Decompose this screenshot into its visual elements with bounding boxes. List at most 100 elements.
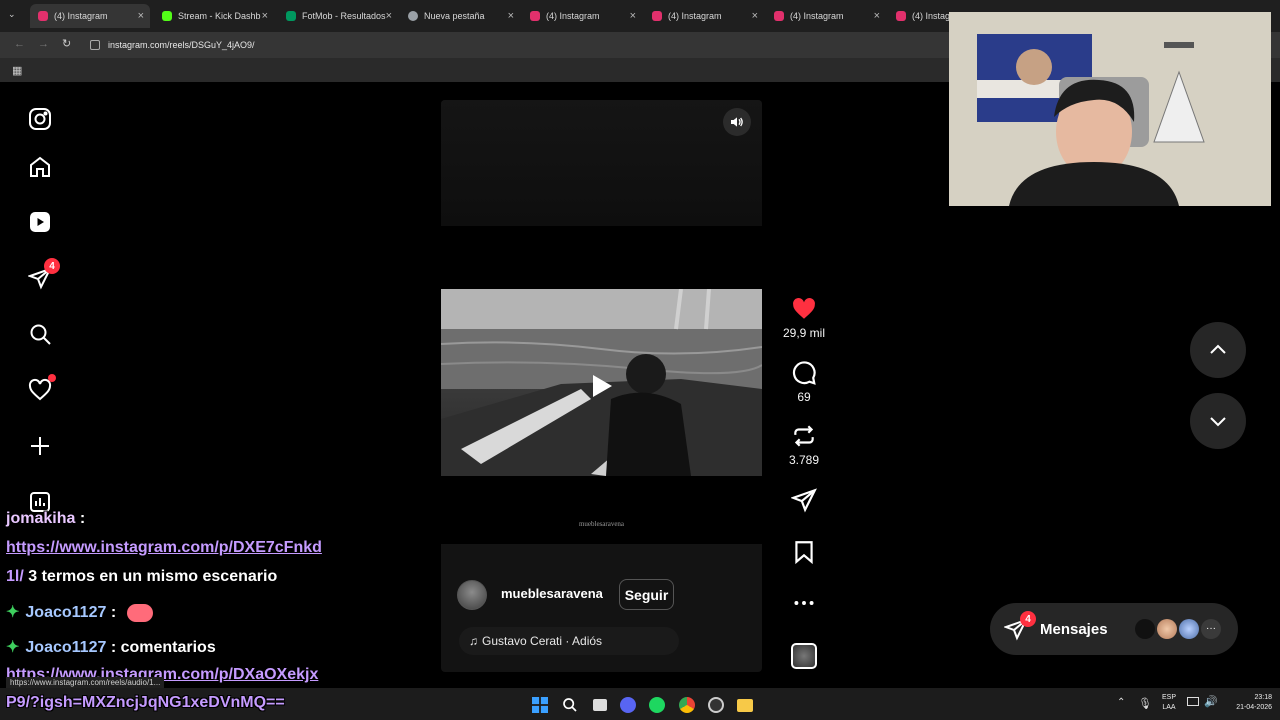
- reels-icon[interactable]: [26, 208, 54, 236]
- tab-title: (4) Instagram: [790, 11, 844, 21]
- tab-5[interactable]: (4) Instagram ×: [522, 4, 642, 28]
- site-info-icon[interactable]: [90, 40, 100, 50]
- speaker-icon: [731, 117, 743, 127]
- gem-icon: ✦: [6, 604, 20, 621]
- close-icon[interactable]: ×: [752, 10, 758, 22]
- create-icon[interactable]: [26, 432, 54, 460]
- chat-separator: :: [110, 604, 117, 621]
- more-icon[interactable]: [791, 590, 817, 616]
- repost-icon[interactable]: [791, 423, 817, 449]
- play-icon[interactable]: [591, 374, 613, 398]
- chat-text: 3 termos en un mismo escenario: [23, 568, 278, 585]
- reel-video-container[interactable]: mueblesaravena mueblesaravena Seguir ♫ G…: [441, 100, 762, 672]
- tab-1[interactable]: (4) Instagram ×: [30, 4, 150, 28]
- display-icon[interactable]: [1187, 697, 1199, 706]
- clock-time: 23:18: [1254, 694, 1272, 701]
- bookmark-icon[interactable]: [791, 539, 817, 565]
- heart-filled-icon[interactable]: [791, 296, 817, 322]
- chevron-up-tray-icon[interactable]: ⌃: [1117, 697, 1125, 708]
- like-count: 29,9 mil: [782, 326, 826, 340]
- avatar: [1135, 619, 1155, 639]
- avatar: [1179, 619, 1199, 639]
- webcam-overlay: [949, 12, 1271, 206]
- close-icon[interactable]: ×: [508, 10, 514, 22]
- chat-separator: :: [79, 510, 86, 527]
- close-icon[interactable]: ×: [262, 10, 268, 22]
- author-username[interactable]: mueblesaravena: [501, 586, 603, 601]
- music-note-icon: ♫: [469, 634, 478, 648]
- taskbar-search-icon[interactable]: [561, 696, 579, 714]
- discord-icon[interactable]: [619, 696, 637, 714]
- chat-link[interactable]: P9/?igsh=MXZncjJqNG1xeDVnMQ==: [6, 694, 285, 711]
- audio-thumbnail[interactable]: [791, 643, 817, 669]
- keyboard-layout: LAA: [1162, 704, 1176, 711]
- reload-icon[interactable]: ↻: [62, 37, 71, 50]
- tab-search-button[interactable]: ⌄: [8, 9, 24, 23]
- instagram-logo-icon[interactable]: [26, 105, 54, 133]
- close-icon[interactable]: ×: [386, 10, 392, 22]
- tab-3[interactable]: FotMob - Resultados ×: [278, 4, 398, 28]
- tab-title: (4) Instagram: [546, 11, 600, 21]
- status-bar-url: https://www.instagram.com/reels/audio/1.…: [6, 677, 165, 688]
- chat-username: Joaco1127: [25, 639, 107, 656]
- close-icon[interactable]: ×: [138, 10, 144, 22]
- tab-6[interactable]: (4) Instagram ×: [644, 4, 764, 28]
- audio-link[interactable]: ♫ Gustavo Cerati · Adiós: [459, 627, 679, 655]
- kick-tab-icon: [162, 11, 172, 21]
- chat-message: ✦ Joaco1127 : comentarios: [6, 637, 216, 657]
- reel-watermark: mueblesaravena: [578, 520, 625, 528]
- notifications-icon[interactable]: [26, 374, 56, 404]
- file-explorer-icon[interactable]: [736, 696, 754, 714]
- share-icon[interactable]: [791, 487, 817, 513]
- forward-icon[interactable]: →: [38, 38, 49, 50]
- home-icon[interactable]: [26, 153, 54, 181]
- spotify-icon[interactable]: [648, 696, 666, 714]
- streamer-camera-image: [949, 12, 1271, 206]
- chrome-icon[interactable]: [678, 696, 696, 714]
- chat-link[interactable]: 1l/: [6, 568, 24, 585]
- avatar: [1157, 619, 1177, 639]
- microphone-icon[interactable]: 🎙: [1138, 697, 1152, 710]
- obs-icon[interactable]: [707, 696, 725, 714]
- volume-icon[interactable]: 🔊: [1204, 695, 1218, 708]
- chat-link[interactable]: https://www.instagram.com/p/DXE7cFnkd: [6, 539, 322, 556]
- tab-title: (4) Instagram: [54, 11, 108, 21]
- tab-8[interactable]: (4) Instagra: [888, 4, 950, 28]
- repost-action: 3.789: [783, 423, 825, 467]
- fish-emote-icon: [126, 603, 153, 622]
- tab-2[interactable]: Stream - Kick Dashb ×: [154, 4, 274, 28]
- follow-button[interactable]: Seguir: [619, 579, 674, 610]
- comment-icon[interactable]: [791, 360, 817, 386]
- windows-start-icon[interactable]: [531, 696, 549, 714]
- direct-icon[interactable]: 4: [26, 258, 60, 292]
- sound-button[interactable]: [723, 108, 751, 136]
- chat-message: ✦ Joaco1127 :: [6, 602, 153, 622]
- save-action: [783, 539, 825, 565]
- chat-message: https://www.instagram.com/p/DXE7cFnkd: [6, 539, 322, 557]
- search-icon[interactable]: [26, 320, 54, 348]
- more-action: [783, 590, 825, 616]
- chat-message: jomakiha :: [6, 510, 85, 528]
- comment-action: 69: [783, 360, 825, 404]
- reel-letterbox-bottom: [441, 476, 762, 544]
- next-reel-button[interactable]: [1190, 393, 1246, 449]
- tab-4[interactable]: Nueva pestaña ×: [400, 4, 520, 28]
- instagram-tab-icon: [652, 11, 662, 21]
- notification-dot: [48, 374, 56, 382]
- messages-label: Mensajes: [1040, 620, 1108, 638]
- back-icon[interactable]: ←: [14, 38, 25, 50]
- close-icon[interactable]: ×: [630, 10, 636, 22]
- apps-grid-icon[interactable]: ▦: [12, 64, 22, 77]
- audio-title: Gustavo Cerati · Adiós: [482, 634, 603, 648]
- messages-button[interactable]: 4 Mensajes ···: [990, 603, 1238, 655]
- task-view-icon[interactable]: [591, 696, 609, 714]
- chevron-down-icon: [1210, 417, 1226, 427]
- clock[interactable]: 23:18 21-04-2026: [1222, 693, 1272, 713]
- url-field[interactable]: instagram.com/reels/DSGuY_4jAO9/: [108, 37, 255, 53]
- tab-7[interactable]: (4) Instagram ×: [766, 4, 886, 28]
- language-indicator[interactable]: ESP LAA: [1160, 693, 1178, 713]
- author-avatar[interactable]: [457, 580, 487, 610]
- newtab-tab-icon: [408, 11, 418, 21]
- previous-reel-button[interactable]: [1190, 322, 1246, 378]
- close-icon[interactable]: ×: [874, 10, 880, 22]
